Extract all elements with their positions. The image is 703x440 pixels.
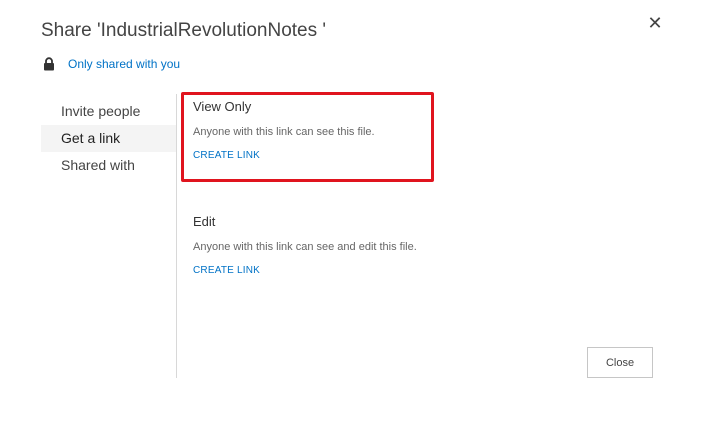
highlight-box xyxy=(181,92,434,182)
close-icon[interactable]: ✕ xyxy=(645,13,665,33)
nav-item-get-a-link[interactable]: Get a link xyxy=(41,125,176,152)
sharing-status-link[interactable]: Only shared with you xyxy=(68,57,180,71)
edit-title: Edit xyxy=(193,214,216,229)
edit-create-link[interactable]: CREATE LINK xyxy=(193,265,260,276)
edit-description: Anyone with this link can see and edit t… xyxy=(193,241,417,253)
sharing-status: Only shared with you xyxy=(43,57,180,71)
lock-icon xyxy=(44,57,54,71)
nav-item-shared-with[interactable]: Shared with xyxy=(41,152,176,179)
share-dialog: Share 'IndustrialRevolutionNotes ' ✕ Onl… xyxy=(0,0,703,440)
share-nav: Invite people Get a link Shared with xyxy=(41,98,176,179)
close-button[interactable]: Close xyxy=(587,347,653,378)
nav-divider xyxy=(176,94,177,378)
nav-item-invite-people[interactable]: Invite people xyxy=(41,98,176,125)
edit-option: Edit Anyone with this link can see and e… xyxy=(193,214,493,278)
dialog-title: Share 'IndustrialRevolutionNotes ' xyxy=(41,20,327,41)
